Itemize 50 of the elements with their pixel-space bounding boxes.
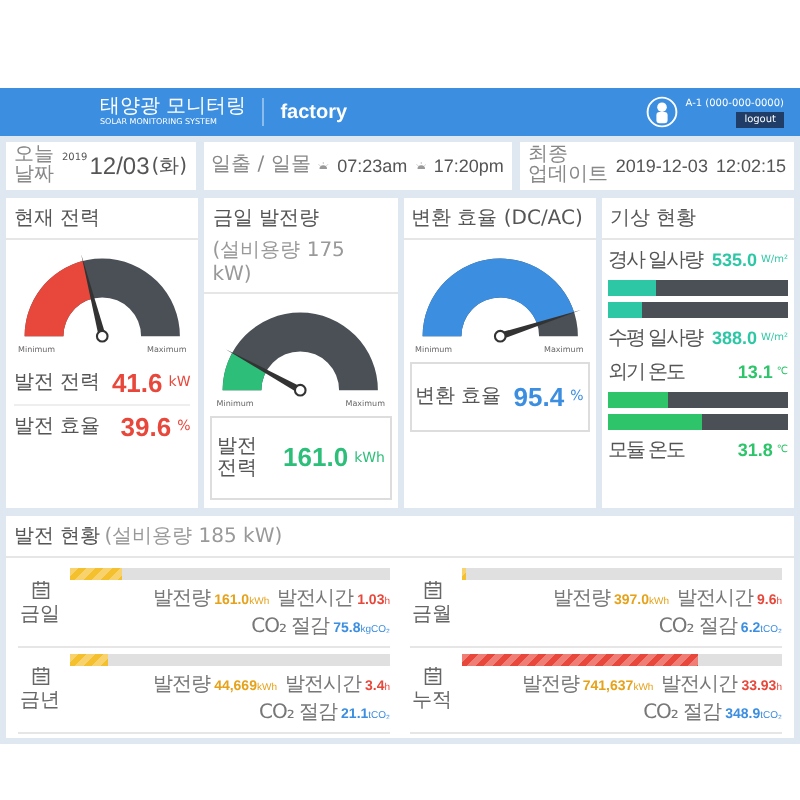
stat-label: CO₂ 절감 (251, 613, 330, 640)
reading-value: 161.0 (283, 442, 349, 473)
stat-label: 발전량 (521, 671, 579, 698)
reading-value: 95.4 (513, 381, 565, 412)
weather-value: 13.1 (737, 362, 773, 382)
period-label: 금일 (20, 601, 60, 628)
period-label: 금년 (20, 687, 60, 714)
reading-label: 발전 전력 (216, 435, 259, 480)
weather-label: 수평 일사량 (607, 326, 702, 352)
weather-value: 535.0 (711, 250, 757, 270)
weather-value: 31.8 (737, 440, 773, 460)
logo-title: 태양광 모니터링 (100, 98, 247, 118)
section-subtitle: (설비용량 185 kW) (104, 523, 283, 550)
reading-label: 변환 효율 (415, 385, 502, 408)
update-time: 12:02:15 (715, 156, 786, 176)
card-title: 기상 현황 (609, 206, 696, 232)
stat-label: CO₂ 절감 (658, 613, 737, 640)
stat-label: CO₂ 절감 (258, 699, 338, 726)
reading-value: 39.6 (120, 411, 172, 442)
card-title: 현재 전력 (14, 206, 101, 232)
period-label: 누적 (412, 687, 452, 714)
stat-label: CO₂ 절감 (643, 699, 722, 726)
stat-label: 발전시간 (277, 585, 354, 612)
stat-label: 발전시간 (661, 671, 738, 698)
stat-label: 발전량 (552, 585, 610, 612)
weather-label: 경사 일사량 (607, 248, 702, 274)
card-title: 변환 효율 (DC/AC) (411, 206, 583, 232)
sun-label: 일출 / 일몰 (211, 155, 311, 177)
stat-label: 발전량 (153, 671, 211, 698)
stat-label: 발전시간 (284, 671, 361, 698)
period-label: 금월 (412, 601, 452, 628)
update-date: 2019-12-03 (615, 156, 708, 176)
card-subtitle: (설비용량 175 kW) (212, 238, 347, 286)
weather-label: 모듈 온도 (607, 438, 684, 464)
sunset-time: 17:20pm (433, 156, 504, 176)
reading-label: 발전 전력 (14, 371, 101, 394)
card-title: 금일 발전량 (212, 206, 319, 232)
site-name: factory (280, 101, 348, 123)
stat-label: 발전량 (153, 585, 211, 612)
stat-label: 발전시간 (676, 585, 753, 612)
reading-value: 41.6 (111, 367, 163, 398)
reading-label: 발전 효율 (14, 415, 101, 438)
weekday-text: (화) (151, 154, 188, 180)
weather-label: 외기 온도 (607, 360, 684, 386)
sunrise-time: 07:23am (337, 156, 408, 176)
weather-value: 388.0 (711, 328, 757, 348)
section-title: 발전 현황 (14, 523, 101, 550)
date-label: 오늘 날짜 (14, 145, 54, 187)
date-text: 12/03 (89, 152, 150, 180)
update-label: 최종 업데이트 (527, 145, 608, 187)
